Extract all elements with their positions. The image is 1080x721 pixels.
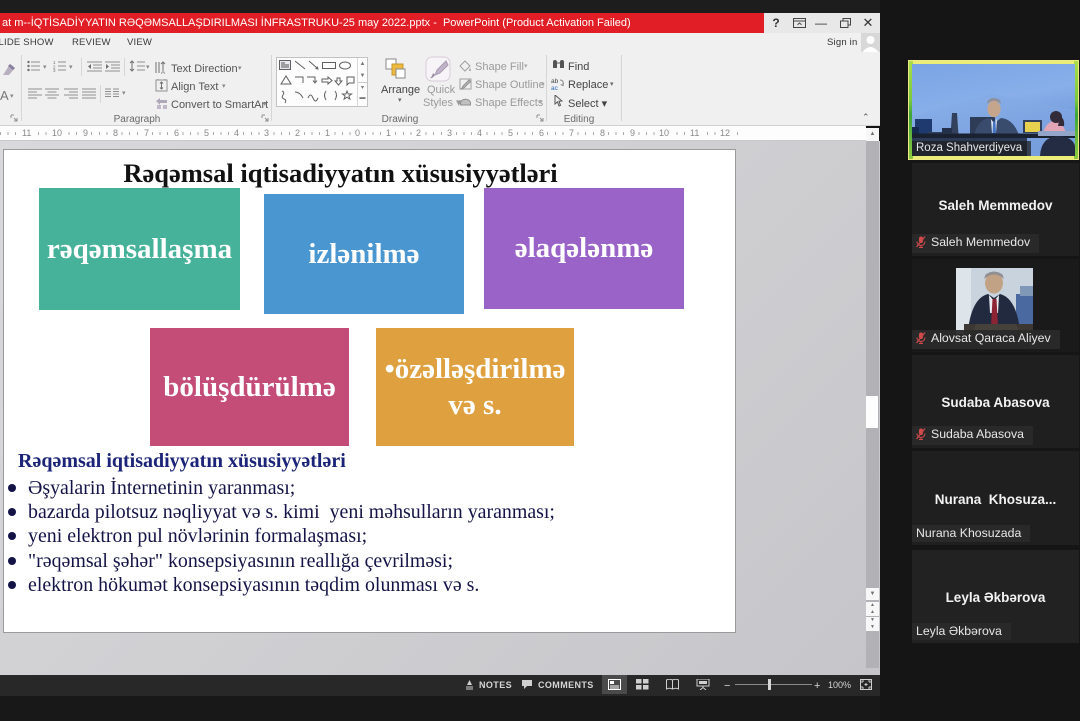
svg-text:ab: ab — [551, 78, 559, 85]
svg-text:ac: ac — [551, 85, 559, 90]
svg-text:3: 3 — [53, 68, 56, 72]
svg-text:A: A — [161, 70, 165, 74]
